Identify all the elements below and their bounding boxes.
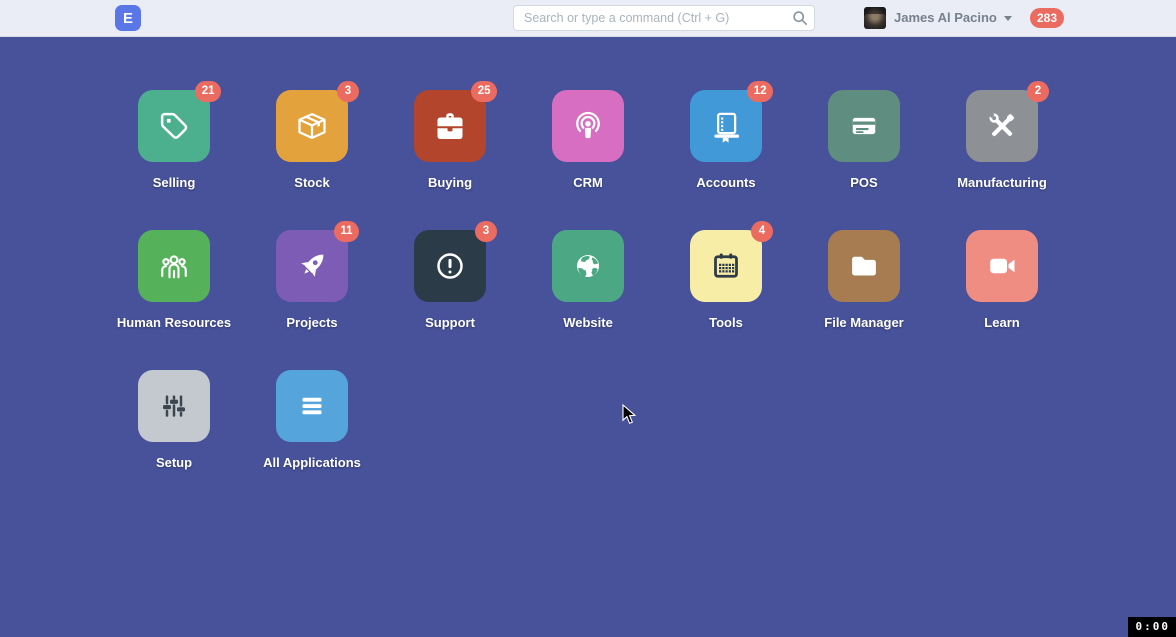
ledger-book-icon — [706, 106, 746, 146]
app-label: Accounts — [696, 175, 755, 190]
app-notification-badge: 2 — [1027, 81, 1049, 102]
app-notification-badge: 3 — [475, 221, 497, 242]
exclamation-circle-icon — [430, 246, 470, 286]
app-shortcut-setup[interactable]: Setup — [105, 370, 243, 510]
desktop-app-grid: 21 Selling 3 Stock 25 Buying CRM 12 Accounts… — [105, 37, 1071, 510]
app-shortcut-manufacturing[interactable]: 2 Manufacturing — [933, 90, 1071, 230]
app-label: Tools — [709, 315, 743, 330]
folder-icon — [844, 246, 884, 286]
app-label: Learn — [984, 315, 1019, 330]
app-label: Website — [563, 315, 613, 330]
app-label: Support — [425, 315, 475, 330]
sliders-icon — [154, 386, 194, 426]
app-tile: 3 — [414, 230, 486, 302]
podcast-person-icon — [568, 106, 608, 146]
notification-count-badge[interactable]: 283 — [1030, 8, 1064, 28]
app-shortcut-pos[interactable]: POS — [795, 90, 933, 230]
app-tile: 3 — [276, 90, 348, 162]
app-label: Projects — [286, 315, 337, 330]
app-tile — [276, 370, 348, 442]
app-label: CRM — [573, 175, 603, 190]
app-tile — [828, 230, 900, 302]
app-logo[interactable]: E — [115, 5, 141, 31]
app-shortcut-projects[interactable]: 11 Projects — [243, 230, 381, 370]
app-shortcut-all-applications[interactable]: All Applications — [243, 370, 381, 510]
global-search — [513, 5, 815, 31]
app-tile: 4 — [690, 230, 762, 302]
app-shortcut-website[interactable]: Website — [519, 230, 657, 370]
tag-icon — [154, 106, 194, 146]
user-menu[interactable]: James Al Pacino — [894, 0, 997, 36]
briefcase-icon — [430, 106, 470, 146]
app-tile: 21 — [138, 90, 210, 162]
app-tile — [828, 90, 900, 162]
app-shortcut-file-manager[interactable]: File Manager — [795, 230, 933, 370]
app-tile — [552, 230, 624, 302]
app-shortcut-selling[interactable]: 21 Selling — [105, 90, 243, 230]
app-label: Human Resources — [117, 315, 231, 330]
app-shortcut-accounts[interactable]: 12 Accounts — [657, 90, 795, 230]
app-shortcut-human-resources[interactable]: Human Resources — [105, 230, 243, 370]
app-tile — [552, 90, 624, 162]
app-notification-badge: 21 — [195, 81, 221, 102]
wrench-screwdriver-icon — [982, 106, 1022, 146]
app-tile: 12 — [690, 90, 762, 162]
menu-icon — [292, 386, 332, 426]
calendar-icon — [706, 246, 746, 286]
app-label: File Manager — [824, 315, 903, 330]
video-timestamp: 0:00 — [1128, 617, 1176, 637]
app-notification-badge: 3 — [337, 81, 359, 102]
user-name-label: James Al Pacino — [894, 10, 997, 25]
app-label: Selling — [153, 175, 196, 190]
app-tile: 25 — [414, 90, 486, 162]
app-label: All Applications — [263, 455, 361, 470]
app-tile: 11 — [276, 230, 348, 302]
app-label: Stock — [294, 175, 329, 190]
app-tile — [966, 230, 1038, 302]
video-camera-icon — [982, 246, 1022, 286]
app-label: Buying — [428, 175, 472, 190]
app-shortcut-buying[interactable]: 25 Buying — [381, 90, 519, 230]
rocket-icon — [292, 246, 332, 286]
app-notification-badge: 25 — [471, 81, 497, 102]
app-shortcut-crm[interactable]: CRM — [519, 90, 657, 230]
top-navbar: E James Al Pacino 283 — [0, 0, 1176, 37]
app-label: Manufacturing — [957, 175, 1047, 190]
app-notification-badge: 4 — [751, 221, 773, 242]
credit-card-icon — [844, 106, 884, 146]
box-icon — [292, 106, 332, 146]
globe-icon — [568, 246, 608, 286]
app-label: POS — [850, 175, 877, 190]
app-tile — [138, 370, 210, 442]
app-notification-badge: 12 — [747, 81, 773, 102]
app-shortcut-support[interactable]: 3 Support — [381, 230, 519, 370]
app-label: Setup — [156, 455, 192, 470]
app-notification-badge: 11 — [334, 221, 359, 242]
app-shortcut-tools[interactable]: 4 Tools — [657, 230, 795, 370]
app-tile — [138, 230, 210, 302]
app-shortcut-stock[interactable]: 3 Stock — [243, 90, 381, 230]
app-shortcut-learn[interactable]: Learn — [933, 230, 1071, 370]
user-avatar[interactable] — [864, 7, 886, 29]
people-icon — [154, 246, 194, 286]
chevron-down-icon — [1004, 16, 1012, 21]
search-input[interactable] — [513, 5, 815, 31]
app-tile: 2 — [966, 90, 1038, 162]
